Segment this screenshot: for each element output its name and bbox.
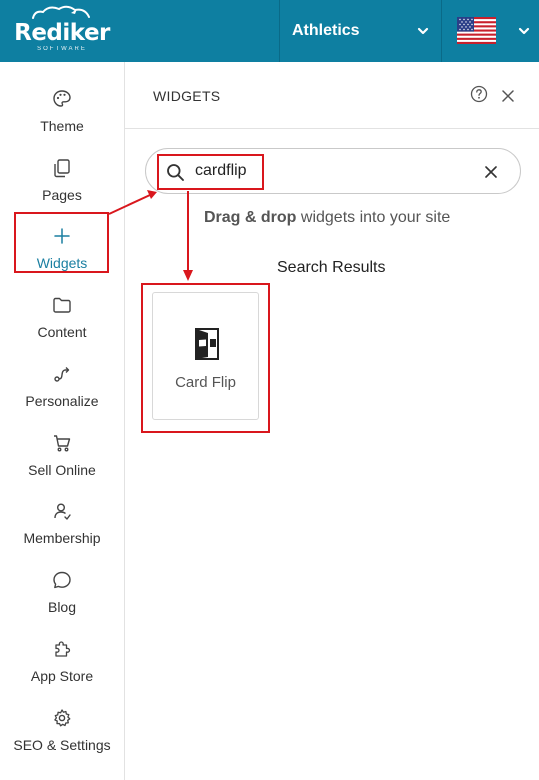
hint-rest: widgets into your site — [296, 209, 451, 226]
sidebar-item-label: Sell Online — [28, 462, 96, 478]
sidebar-item-membership[interactable]: Membership — [0, 485, 124, 551]
widget-card-card-flip[interactable]: Card Flip — [152, 292, 259, 420]
top-bar: Rediker SOFTWARE Athletics — [0, 0, 539, 62]
sidebar-item-label: Membership — [23, 530, 101, 546]
sidebar-item-widgets[interactable]: Widgets — [0, 210, 124, 276]
site-selector[interactable]: Athletics — [279, 0, 441, 62]
widgets-panel-header: WIDGETS — [125, 62, 539, 129]
sidebar-item-label: Pages — [42, 187, 82, 203]
widget-card-label: Card Flip — [175, 374, 236, 391]
member-icon — [54, 503, 71, 520]
language-selector[interactable] — [441, 0, 539, 62]
hint-bold: Drag & drop — [204, 209, 297, 226]
plus-icon — [54, 228, 70, 244]
panel-title: WIDGETS — [153, 88, 221, 104]
sidebar-item-pages[interactable]: Pages — [0, 142, 124, 208]
sidebar-item-blog[interactable]: Blog — [0, 554, 124, 620]
sidebar-item-label: Content — [37, 324, 87, 340]
drag-drop-hint: Drag & drop widgets into your site — [204, 209, 450, 227]
logo-text: Rediker — [14, 19, 110, 46]
sidebar-item-label: Widgets — [36, 255, 88, 271]
chevron-down-icon — [417, 27, 429, 35]
sidebar-item-content[interactable]: Content — [0, 279, 124, 345]
widget-search-input[interactable]: cardflip — [145, 148, 521, 194]
sidebar-item-app-store[interactable]: App Store — [0, 623, 124, 689]
logo-subtext: SOFTWARE — [37, 45, 87, 52]
puzzle-icon — [55, 641, 71, 657]
rediker-logo[interactable]: Rediker SOFTWARE — [0, 0, 124, 62]
folder-icon — [53, 297, 71, 313]
sidebar-item-label: Personalize — [25, 393, 99, 409]
pages-icon — [54, 159, 70, 178]
help-icon[interactable] — [470, 85, 488, 103]
search-results-title: Search Results — [277, 259, 386, 276]
chat-bubble-icon — [53, 571, 71, 589]
sidebar-item-label: SEO & Settings — [13, 737, 111, 753]
sidebar-item-label: App Store — [30, 668, 94, 684]
sidebar-item-label: Blog — [47, 599, 77, 615]
sidebar-item-seo-settings[interactable]: SEO & Settings — [0, 692, 124, 758]
cloud-logo-icon — [32, 5, 90, 19]
palette-icon — [53, 90, 71, 107]
sidebar-item-theme[interactable]: Theme — [0, 73, 124, 139]
us-flag-icon — [457, 17, 496, 44]
route-icon — [54, 367, 70, 382]
chevron-down-icon — [518, 27, 530, 35]
clear-search-icon[interactable] — [485, 166, 497, 178]
gear-icon — [54, 709, 71, 727]
sidebar-item-label: Theme — [40, 118, 84, 134]
search-icon — [167, 164, 184, 181]
close-icon[interactable] — [501, 89, 515, 103]
sidebar: Theme Pages Widgets Content Personalize — [0, 62, 125, 780]
site-name: Athletics — [292, 22, 360, 39]
search-value: cardflip — [195, 162, 247, 179]
sidebar-item-sell-online[interactable]: Sell Online — [0, 417, 124, 483]
cart-icon — [54, 435, 71, 452]
card-flip-icon — [195, 328, 219, 360]
sidebar-item-personalize[interactable]: Personalize — [0, 348, 124, 414]
